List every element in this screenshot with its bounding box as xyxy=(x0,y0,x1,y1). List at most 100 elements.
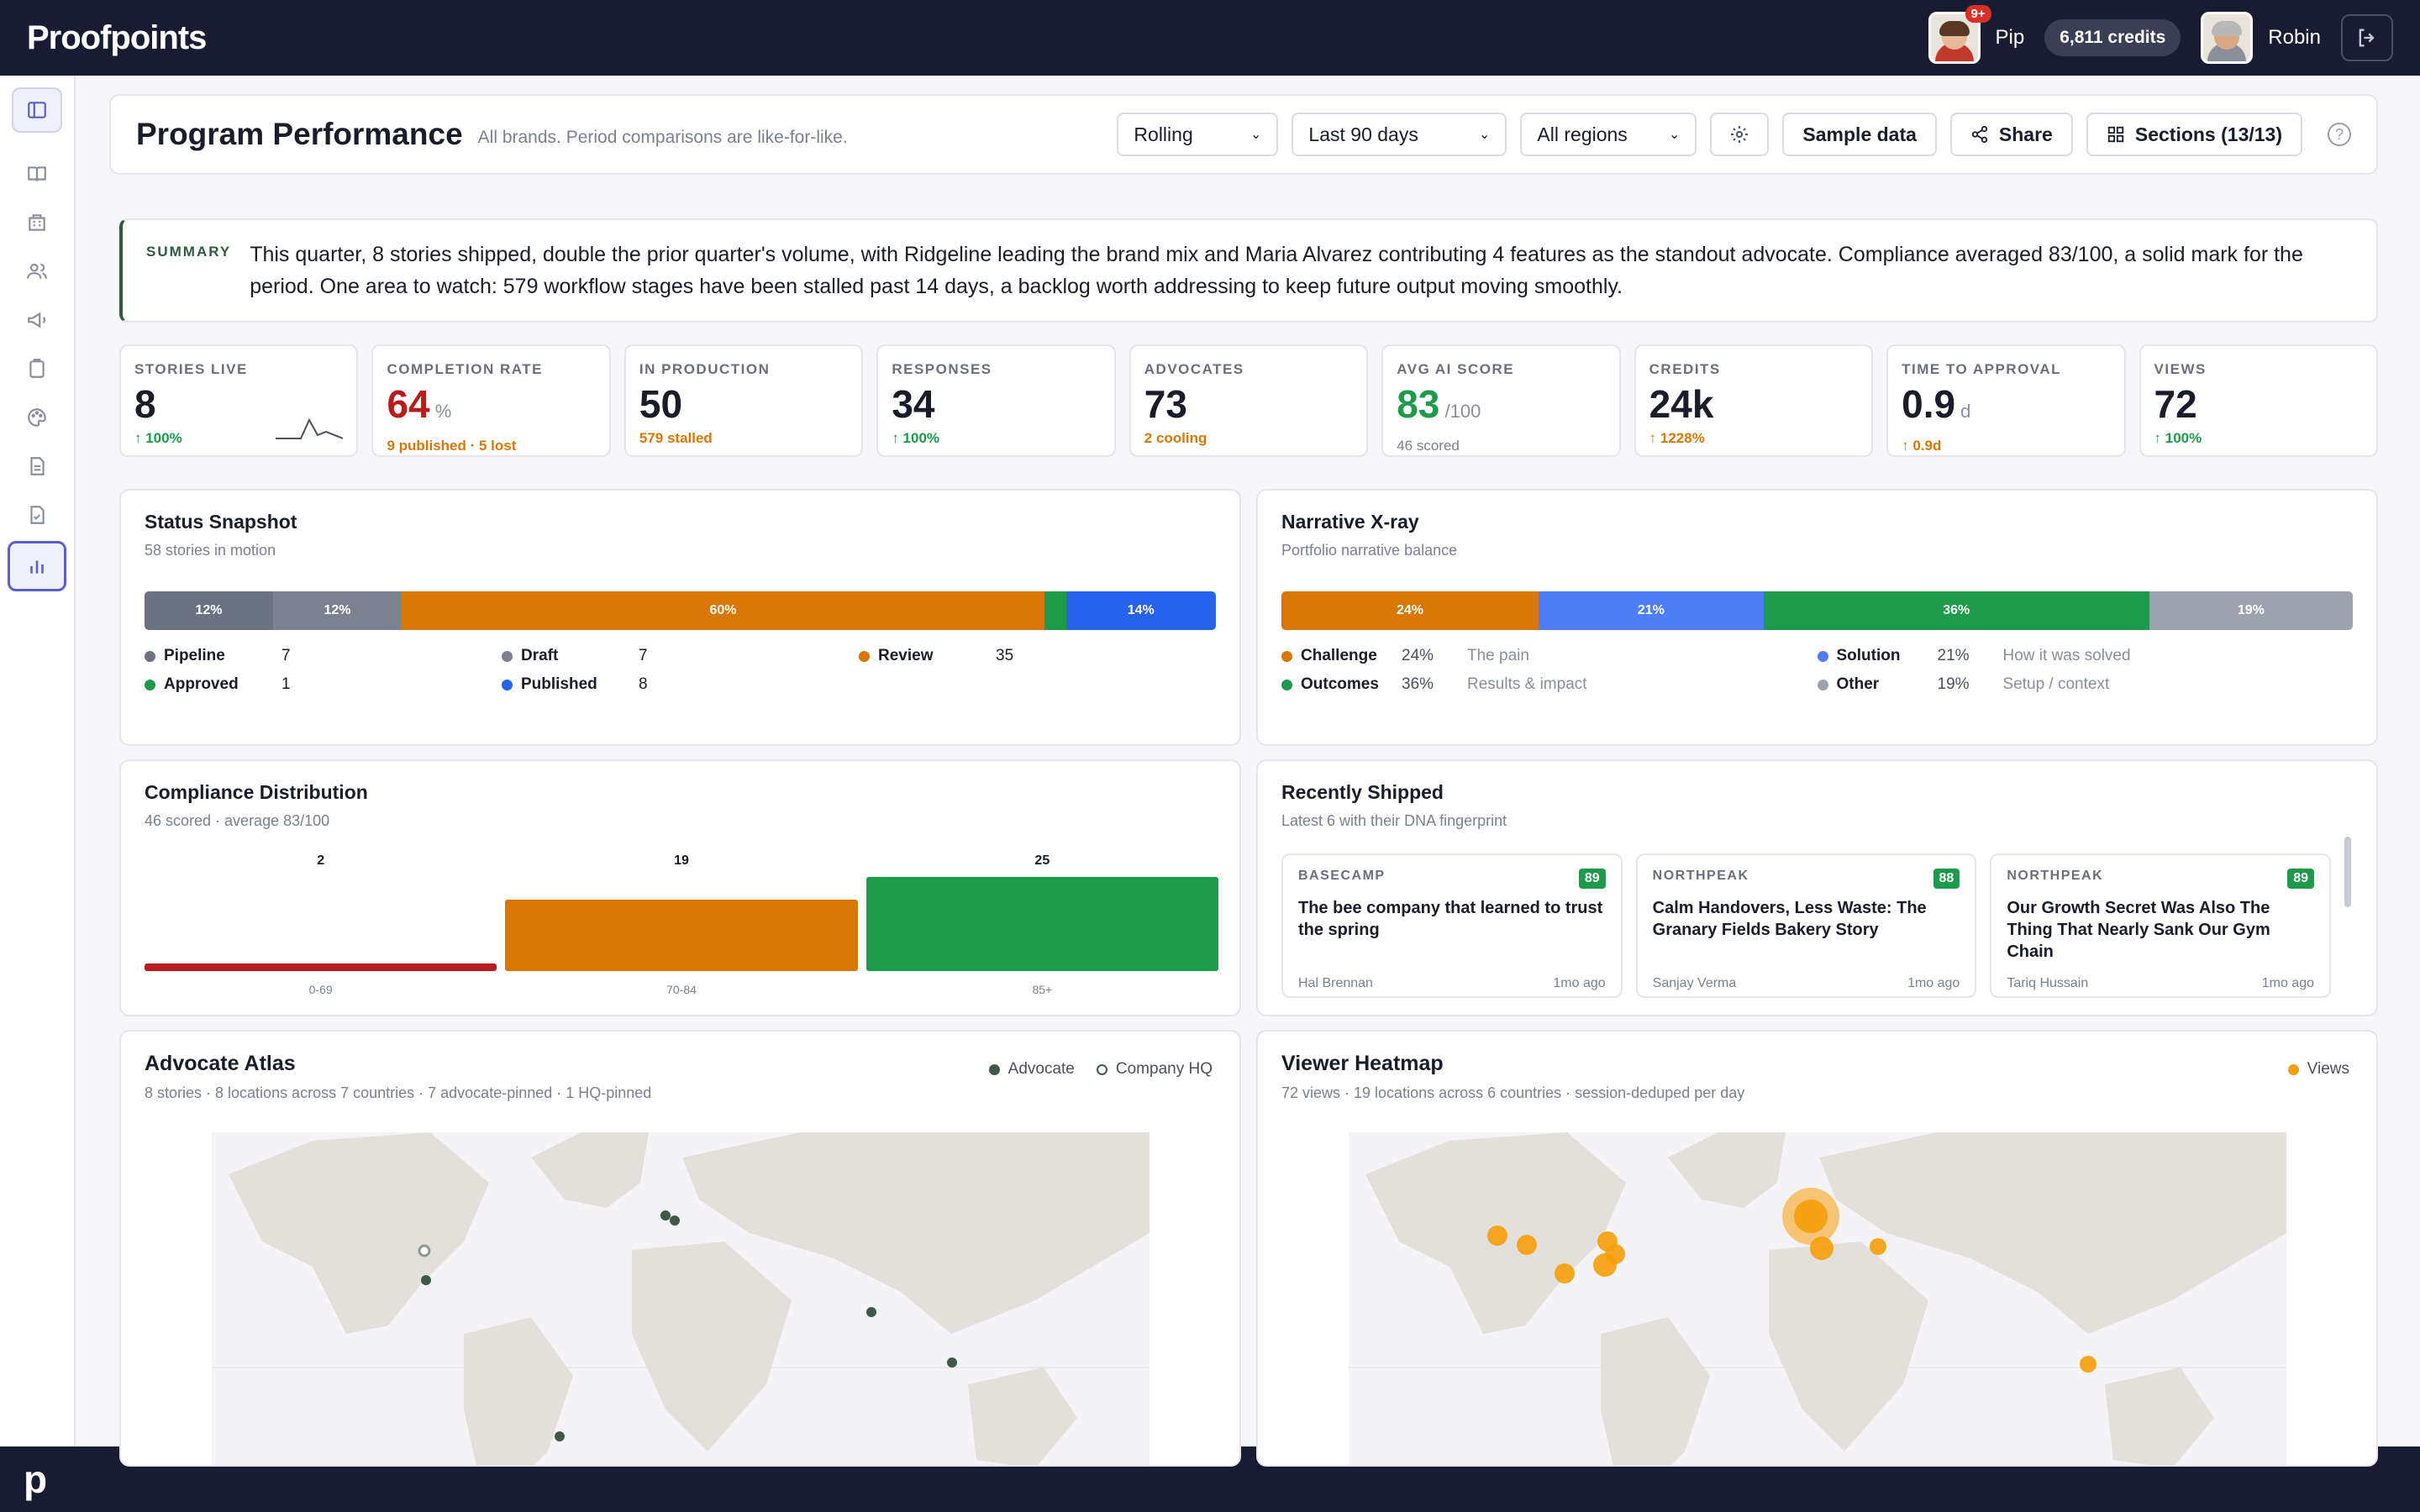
sidebar-item-advocates[interactable] xyxy=(12,249,62,294)
period-select[interactable]: Last 90 days ⌄ xyxy=(1292,113,1507,156)
sections-label: Sections (13/13) xyxy=(2134,123,2282,145)
stack-segment[interactable]: 19% xyxy=(2149,591,2353,630)
bar-category-label: 85+ xyxy=(1032,983,1053,996)
bottom-logo-mark[interactable]: p xyxy=(24,1457,47,1502)
stack-segment[interactable]: 12% xyxy=(145,591,273,630)
kpi-label: AVG AI SCORE xyxy=(1397,361,1515,377)
chevron-down-icon: ⌄ xyxy=(1479,128,1491,142)
scrollbar[interactable] xyxy=(2344,837,2351,907)
story-author: Hal Brennan xyxy=(1298,976,1373,990)
grid-icon xyxy=(2107,126,2124,143)
help-icon[interactable]: ? xyxy=(2328,123,2351,146)
legend-description: Setup / context xyxy=(2002,675,2110,693)
period-select-value: Last 90 days xyxy=(1308,123,1418,145)
legend-name: Published xyxy=(521,675,597,693)
sidebar xyxy=(0,76,76,1446)
stack-segment[interactable]: 12% xyxy=(273,591,402,630)
chart-bar[interactable] xyxy=(865,877,1218,971)
stack-segment[interactable]: 36% xyxy=(1763,591,2149,630)
shipped-story-card[interactable]: NORTHPEAK 88 Calm Handovers, Less Waste: T… xyxy=(1635,853,1977,998)
settings-button[interactable] xyxy=(1710,113,1770,156)
kpi-tile[interactable]: TIME TO APPROVAL 0.9 d ↑ 0.9d xyxy=(1886,344,2126,457)
kpi-tile[interactable]: ADVOCATES 73 2 cooling xyxy=(1128,344,1369,457)
legend-count: 7 xyxy=(281,647,291,664)
heat-point xyxy=(1517,1235,1537,1255)
top-bar: Proofpoints 9+ Pip 6,811 credits Robin xyxy=(0,0,2420,76)
legend-item: Challenge 24% The pain xyxy=(1281,647,1818,665)
stack-segment[interactable]: 60% xyxy=(402,591,1044,630)
legend-name: Solution xyxy=(1836,647,1901,664)
legend-description: Results & impact xyxy=(1467,675,1587,693)
viewer-heatmap-card: Viewer Heatmap 72 views · 19 locations a… xyxy=(1256,1030,2378,1467)
file-check-icon xyxy=(30,506,45,524)
kpi-tile[interactable]: IN PRODUCTION 50 579 stalled xyxy=(623,344,864,457)
kpi-tile[interactable]: CREDITS 24k ↑ 1228% xyxy=(1634,344,1874,457)
kpi-value: 73 xyxy=(1144,383,1353,425)
kpi-label: TIME TO APPROVAL xyxy=(1902,361,2062,377)
legend-percent: 19% xyxy=(1937,675,1970,693)
credits-badge[interactable]: 6,811 credits xyxy=(2044,19,2181,56)
kpi-number: 0.9 xyxy=(1902,382,1956,426)
kpi-number: 83 xyxy=(1397,382,1440,426)
kpi-tile[interactable]: STORIES LIVE 8 ↑ 100% xyxy=(119,344,359,457)
notification-badge: 9+ xyxy=(1965,5,1991,23)
map-legend: Advocate Company HQ xyxy=(988,1060,1213,1079)
kpi-trend: ↑ 100% xyxy=(2154,430,2202,446)
summary-text: This quarter, 8 stories shipped, double … xyxy=(250,243,2303,298)
kpi-number: 72 xyxy=(2154,382,2197,426)
sidebar-item-brands[interactable] xyxy=(12,200,62,245)
legend-count: 1 xyxy=(281,675,291,693)
story-score-badge: 89 xyxy=(2287,869,2314,889)
user-pip[interactable]: 9+ Pip xyxy=(1928,5,2024,64)
stack-segment[interactable]: 21% xyxy=(1539,591,1764,630)
sidebar-item-stories[interactable] xyxy=(12,151,62,197)
legend-item: Review 35 xyxy=(859,647,1216,665)
legend-name: Challenge xyxy=(1301,647,1377,664)
map-pin xyxy=(660,1210,671,1221)
sample-data-button[interactable]: Sample data xyxy=(1782,113,1937,156)
stack-segment[interactable]: 24% xyxy=(1281,591,1539,630)
sidebar-item-approvals[interactable] xyxy=(12,492,62,538)
kpi-tile[interactable]: COMPLETION RATE 64 % 9 published · 5 lost xyxy=(371,344,611,457)
stack-segment[interactable]: 14% xyxy=(1065,591,1216,630)
kpi-tile[interactable]: RESPONSES 34 ↑ 100% xyxy=(876,344,1116,457)
legend-item: Approved 1 xyxy=(145,675,502,694)
kpi-tile[interactable]: AVG AI SCORE 83 /100 46 scored xyxy=(1381,344,1621,457)
mode-select[interactable]: Rolling ⌄ xyxy=(1117,113,1279,156)
app-logo[interactable]: Proofpoints xyxy=(27,19,207,57)
sidebar-item-documents[interactable] xyxy=(12,444,62,489)
legend-percent: 21% xyxy=(1937,647,1970,664)
sidebar-item-analytics[interactable] xyxy=(8,541,66,591)
legend-count: 8 xyxy=(639,675,648,693)
logout-button[interactable] xyxy=(2341,14,2393,61)
map-pin xyxy=(555,1431,565,1441)
stack-segment[interactable] xyxy=(1044,591,1066,630)
chart-bar[interactable] xyxy=(505,899,858,971)
legend-dot xyxy=(1281,650,1292,662)
narrative-stacked-bar: 24% 21% 36% 19% xyxy=(1281,591,2353,630)
sidebar-item-requests[interactable] xyxy=(12,346,62,391)
legend-percent: 24% xyxy=(1402,647,1434,664)
kpi-unit: % xyxy=(429,401,452,422)
document-icon xyxy=(30,457,45,475)
sidebar-item-campaigns[interactable] xyxy=(12,297,62,343)
user-robin[interactable]: Robin xyxy=(2201,12,2321,64)
share-button[interactable]: Share xyxy=(1949,113,2073,156)
kpi-label: COMPLETION RATE xyxy=(387,361,544,377)
world-heatmap[interactable] xyxy=(1349,1132,2286,1467)
legend-dot xyxy=(1817,679,1828,690)
legend-dot xyxy=(1281,679,1292,690)
kpi-tile[interactable]: VIEWS 72 ↑ 100% xyxy=(2139,344,2378,457)
region-select[interactable]: All regions ⌄ xyxy=(1520,113,1697,156)
story-title: Calm Handovers, Less Waste: The Granary … xyxy=(1652,899,1927,939)
narrative-xray-card: Narrative X-ray Portfolio narrative bala… xyxy=(1256,489,2378,746)
sidebar-toggle[interactable] xyxy=(12,87,62,133)
world-map[interactable] xyxy=(212,1132,1150,1467)
chart-bar[interactable] xyxy=(145,963,497,971)
legend-dot xyxy=(859,650,870,662)
shipped-story-card[interactable]: NORTHPEAK 89 Our Growth Secret Was Also Th… xyxy=(1990,853,2331,998)
shipped-story-card[interactable]: BASECAMP 89 The bee company that learned t… xyxy=(1281,853,1623,998)
sections-button[interactable]: Sections (13/13) xyxy=(2086,113,2302,156)
sidebar-item-branding[interactable] xyxy=(12,395,62,440)
bar-chart-icon xyxy=(30,560,44,574)
